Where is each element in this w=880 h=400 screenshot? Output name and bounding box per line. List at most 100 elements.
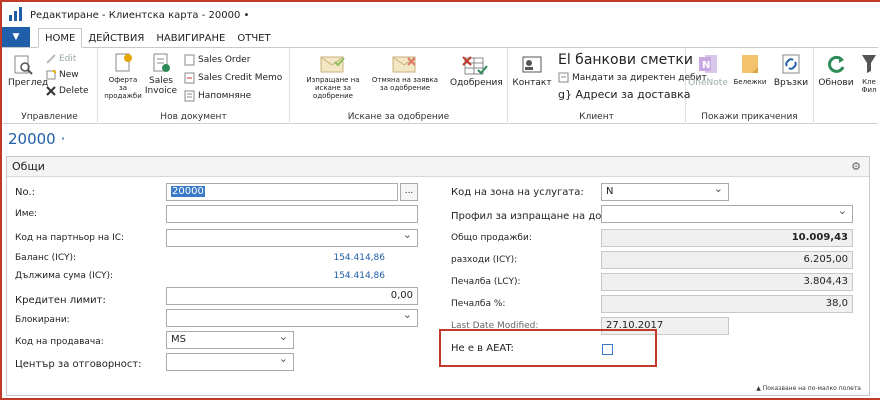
sales-quote-button[interactable]: Оферта за продажби — [104, 52, 142, 100]
credit-limit-field[interactable]: 0,00 — [166, 287, 418, 305]
responsibility-center-label: Център за отговорност: — [15, 359, 142, 370]
window-title: Редактиране - Клиентска карта - 20000 • — [30, 9, 250, 21]
group-customer: Контакт El банкови сметки Мандати за дир… — [508, 48, 707, 124]
sales-order-button[interactable]: Sales Order — [184, 54, 250, 66]
edit-label: Edit — [59, 54, 77, 64]
new-icon — [46, 70, 56, 80]
aeat-checkbox[interactable] — [602, 344, 613, 355]
refresh-button[interactable]: Обнови — [816, 52, 856, 88]
balance-value[interactable]: 154.414,86 — [257, 253, 385, 263]
cancel-approval-label: Отмяна на заявка за одобрение — [371, 76, 439, 92]
profit-pct-value[interactable]: 38,0 — [601, 295, 853, 313]
costs-label: разходи (ICY): — [451, 255, 518, 265]
ribbon: Преглед Edit New Delete Управление Оферт… — [2, 48, 878, 124]
general-section: Общи ⚙ No.: 20000 ... Име: Код на партнь… — [6, 156, 870, 396]
approvals-button[interactable]: Одобрения — [450, 54, 503, 88]
view-label: Преглед — [8, 78, 49, 88]
service-zone-value: N — [606, 186, 614, 197]
filter-icon — [862, 55, 876, 73]
sales-invoice-label: Sales Invoice — [144, 76, 178, 96]
onenote-button[interactable]: N OneNote — [686, 52, 730, 88]
send-approval-label: Изпращане на искане за одобрение — [306, 76, 360, 100]
sales-quote-label: Оферта за продажби — [104, 76, 142, 100]
bank-accounts-button[interactable]: El банкови сметки — [558, 52, 693, 68]
doc-sending-profile-dropdown[interactable] — [601, 205, 853, 223]
invoice-icon — [153, 53, 170, 72]
clear-filter-button[interactable]: Кле Фил — [860, 52, 878, 94]
mandate-icon — [558, 72, 569, 83]
clear-filter-label: Кле — [862, 78, 876, 86]
send-approval-button[interactable]: Изпращане на искане за одобрение — [300, 54, 366, 100]
ship-to-button[interactable]: g} Адреси за доставка — [558, 88, 691, 101]
tab-report[interactable]: ОТЧЕТ — [231, 29, 276, 47]
delete-button[interactable]: Delete — [46, 86, 89, 96]
group-approval-label: Искане за одобрение — [347, 112, 450, 122]
profit-value[interactable]: 3.804,43 — [601, 273, 853, 291]
tab-navigate[interactable]: НАВИГИРАНЕ — [150, 29, 231, 47]
bank-accounts-label: El банкови сметки — [558, 52, 693, 68]
section-title: Общи — [12, 160, 45, 173]
no-label: No.: — [15, 187, 35, 198]
section-header[interactable]: Общи ⚙ — [7, 157, 869, 177]
page-title: 20000 · — [8, 130, 66, 148]
name-label: Име: — [15, 209, 38, 219]
blocked-dropdown[interactable] — [166, 309, 418, 327]
balance-due-value[interactable]: 154.414,86 — [257, 271, 385, 281]
sales-order-label: Sales Order — [198, 55, 251, 65]
salesperson-dropdown[interactable]: MS — [166, 331, 294, 349]
delete-icon — [46, 86, 56, 96]
total-sales-label: Общо продажби: — [451, 233, 532, 243]
gear-icon[interactable]: ⚙ — [851, 160, 861, 173]
onenote-label: OneNote — [688, 78, 728, 88]
name-field[interactable] — [166, 205, 418, 223]
ic-partner-dropdown[interactable] — [166, 229, 418, 247]
service-zone-dropdown[interactable]: N — [601, 183, 729, 201]
reminder-icon — [184, 90, 195, 102]
quote-icon — [115, 53, 132, 72]
no-lookup-button[interactable]: ... — [400, 183, 418, 201]
credit-memo-button[interactable]: Sales Credit Memo — [184, 72, 282, 84]
svg-text:N: N — [702, 60, 710, 71]
ic-partner-label: Код на партньор на IC: — [15, 233, 125, 243]
total-sales-value[interactable]: 10.009,43 — [601, 229, 853, 247]
reminder-label: Напомняне — [198, 91, 252, 101]
refresh-label: Обнови — [818, 78, 854, 88]
notes-button[interactable]: Бележки — [732, 52, 768, 86]
show-fewer-fields-link[interactable]: ▲ Показване на по-малко полета — [756, 385, 861, 392]
no-field[interactable]: 20000 — [166, 183, 398, 201]
tab-actions[interactable]: ДЕЙСТВИЯ — [82, 29, 150, 47]
view-icon — [14, 55, 33, 75]
group-approval: Изпращане на искане за одобрение Отмяна … — [290, 48, 508, 124]
balance-due-label: Дължима сума (ICY): — [15, 271, 114, 281]
direct-debit-button[interactable]: Мандати за директен дебит — [558, 72, 707, 83]
tab-home[interactable]: HOME — [38, 28, 83, 48]
reminder-button[interactable]: Напомняне — [184, 90, 251, 102]
app-icon — [8, 7, 24, 23]
group-new-document: Оферта за продажби Sales Invoice Sales O… — [98, 48, 290, 124]
order-icon — [184, 54, 195, 66]
responsibility-center-dropdown[interactable] — [166, 353, 294, 371]
aeat-label: Не е в AEAT: — [451, 343, 514, 354]
contact-button[interactable]: Контакт — [512, 54, 552, 88]
costs-value[interactable]: 6.205,00 — [601, 251, 853, 269]
profit-pct-label: Печалба %: — [451, 299, 506, 309]
title-bar: Редактиране - Клиентска карта - 20000 • — [2, 2, 878, 28]
group-attachments-label: Покажи прикачения — [701, 112, 798, 122]
edit-button[interactable]: Edit — [46, 54, 76, 64]
app-menu-button[interactable]: ▼ — [2, 27, 30, 47]
view-button[interactable]: Преглед — [8, 54, 48, 88]
contact-icon — [522, 56, 542, 73]
no-value: 20000 — [171, 186, 205, 197]
cancel-approval-button[interactable]: Отмяна на заявка за одобрение — [370, 54, 440, 92]
refresh-icon — [828, 55, 845, 73]
links-button[interactable]: Връзки — [772, 52, 810, 88]
service-zone-label: Код на зона на услугата: — [451, 187, 584, 198]
new-button[interactable]: New — [46, 70, 79, 80]
ribbon-tabs: ▼ HOME ДЕЙСТВИЯ НАВИГИРАНЕ ОТЧЕТ — [2, 27, 878, 48]
envelope-cancel-icon — [392, 56, 416, 73]
pencil-icon — [46, 54, 56, 64]
group-manage-label: Управление — [21, 112, 78, 122]
profit-label: Печалба (LCY): — [451, 277, 521, 287]
sales-invoice-button[interactable]: Sales Invoice — [144, 52, 178, 96]
note-icon — [742, 55, 758, 73]
